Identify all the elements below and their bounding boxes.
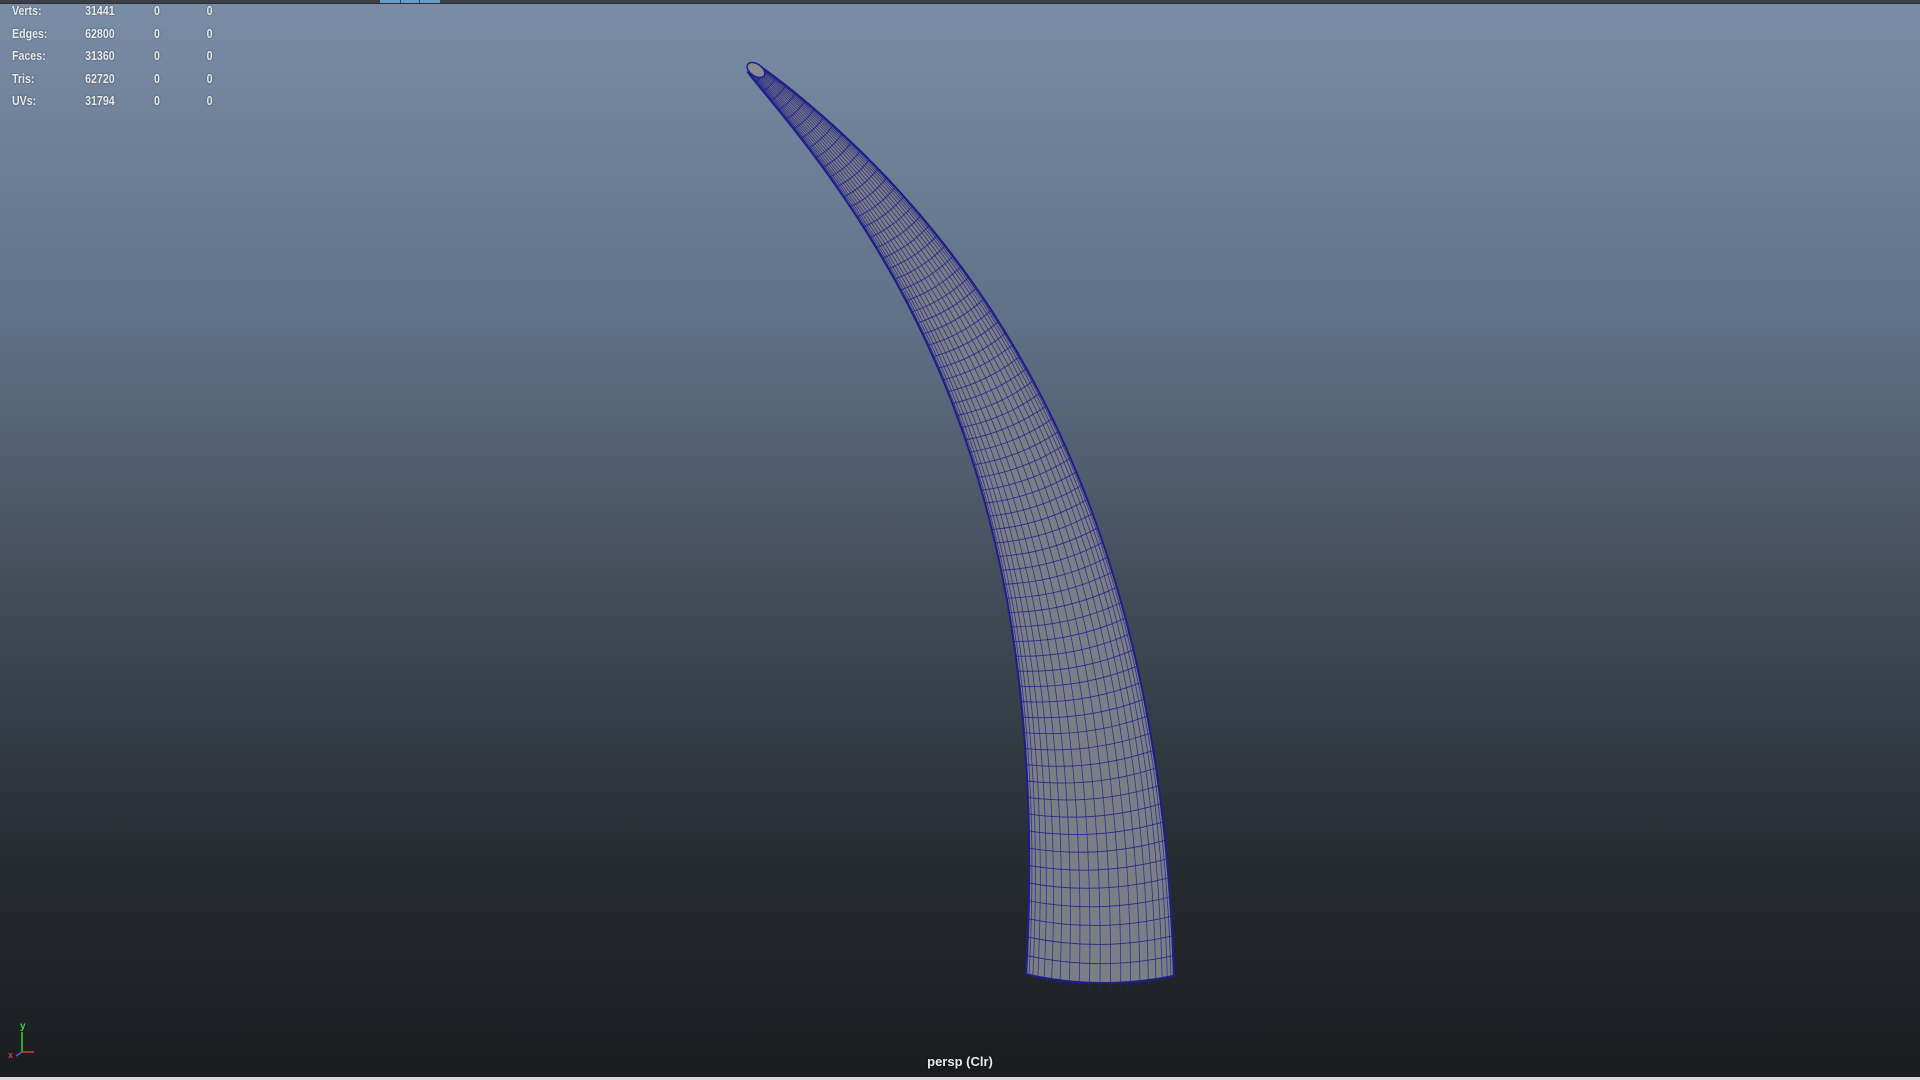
3d-viewport[interactable]: Verts: 31441 0 0 Edges: 62800 0 0 Faces:… xyxy=(0,0,1920,1080)
camera-name-label: persp (Clr) xyxy=(927,1054,993,1069)
horn-mesh[interactable] xyxy=(0,0,1920,1080)
horn-silhouette xyxy=(746,62,1176,985)
axis-gizmo-icon: y x xyxy=(8,1021,34,1058)
axis-y-label: y xyxy=(20,1021,26,1032)
